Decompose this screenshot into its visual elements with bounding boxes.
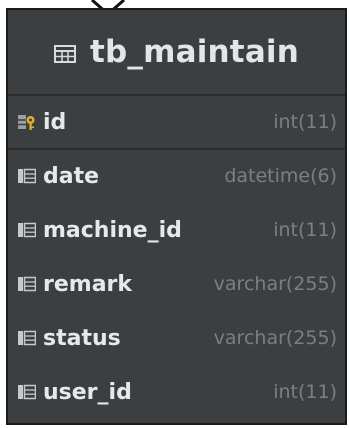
column-icon: [18, 276, 36, 292]
column-name: remark: [43, 271, 133, 297]
column-type: varchar(255): [213, 273, 337, 295]
column-type: int(11): [273, 219, 337, 241]
column-row-primary-key[interactable]: id int(11): [8, 96, 345, 148]
column-type: int(11): [273, 111, 337, 133]
column-icon: [18, 222, 36, 238]
column-icon: [18, 168, 36, 184]
column-icon: [18, 384, 36, 400]
column-type: varchar(255): [213, 327, 337, 349]
column-name: user_id: [43, 379, 132, 405]
column-icon: [18, 330, 36, 346]
table-header[interactable]: tb_maintain: [8, 10, 345, 94]
column-row[interactable]: user_id int(11): [8, 366, 345, 418]
column-name: id: [43, 109, 67, 135]
table-name: tb_maintain: [89, 34, 300, 70]
primary-key-column-icon: [18, 115, 35, 130]
table-entity-card[interactable]: tb_maintain id int(11) date datetime(6): [6, 8, 347, 425]
table-icon: [53, 45, 76, 63]
column-type: int(11): [273, 381, 337, 403]
column-name: status: [43, 325, 121, 351]
column-row[interactable]: date datetime(6): [8, 150, 345, 202]
column-row[interactable]: remark varchar(255): [8, 258, 345, 310]
column-name: date: [43, 163, 100, 189]
column-row[interactable]: status varchar(255): [8, 312, 345, 364]
column-row[interactable]: machine_id int(11): [8, 204, 345, 256]
column-name: machine_id: [43, 217, 182, 243]
column-type: datetime(6): [224, 165, 337, 187]
